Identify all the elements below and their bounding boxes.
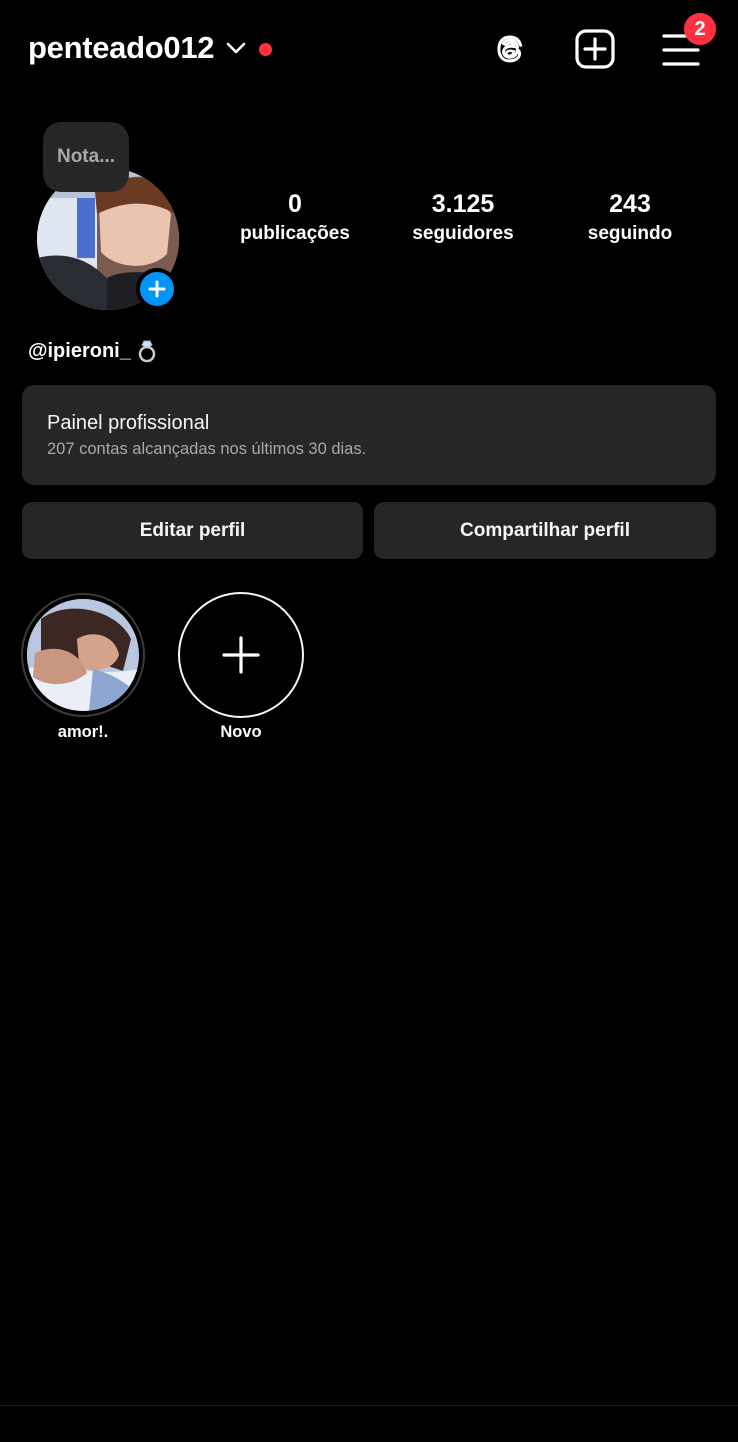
bio: @ipieroni_	[28, 336, 157, 366]
add-story-button[interactable]	[136, 268, 178, 310]
professional-dashboard[interactable]: Painel profissional 207 contas alcançada…	[22, 385, 716, 485]
followers-label: seguidores	[412, 223, 514, 244]
share-profile-button[interactable]: Compartilhar perfil	[374, 502, 716, 559]
following-count: 243	[609, 190, 651, 218]
posts-count: 0	[288, 190, 302, 218]
notification-badge: 2	[684, 13, 716, 45]
highlight-cover	[27, 599, 139, 711]
threads-icon[interactable]	[489, 28, 531, 70]
plus-icon	[222, 636, 260, 674]
chevron-down-icon[interactable]	[226, 40, 246, 56]
highlight-item[interactable]	[21, 593, 145, 717]
unread-dot	[259, 43, 272, 56]
posts-stat[interactable]: 0 publicações	[220, 188, 370, 248]
divider	[0, 1405, 738, 1406]
create-post-icon[interactable]	[574, 28, 616, 70]
account-username[interactable]: penteado012	[28, 28, 215, 68]
edit-profile-button[interactable]: Editar perfil	[22, 502, 363, 559]
dashboard-title: Painel profissional	[47, 412, 210, 434]
ring-icon	[138, 340, 156, 363]
dashboard-subtitle: 207 contas alcançadas nos últimos 30 dia…	[47, 440, 367, 458]
highlight-label: amor!.	[57, 723, 109, 741]
new-highlight-label: Novo	[220, 723, 262, 741]
followers-count: 3.125	[431, 190, 495, 218]
posts-label: publicações	[240, 223, 350, 244]
following-label: seguindo	[587, 223, 673, 244]
plus-icon	[148, 280, 166, 298]
bio-mention[interactable]: @ipieroni_	[28, 336, 131, 366]
new-highlight-button[interactable]	[178, 592, 304, 718]
following-stat[interactable]: 243 seguindo	[555, 188, 705, 248]
followers-stat[interactable]: 3.125 seguidores	[388, 188, 538, 248]
note-bubble[interactable]: Nota...	[43, 122, 129, 192]
